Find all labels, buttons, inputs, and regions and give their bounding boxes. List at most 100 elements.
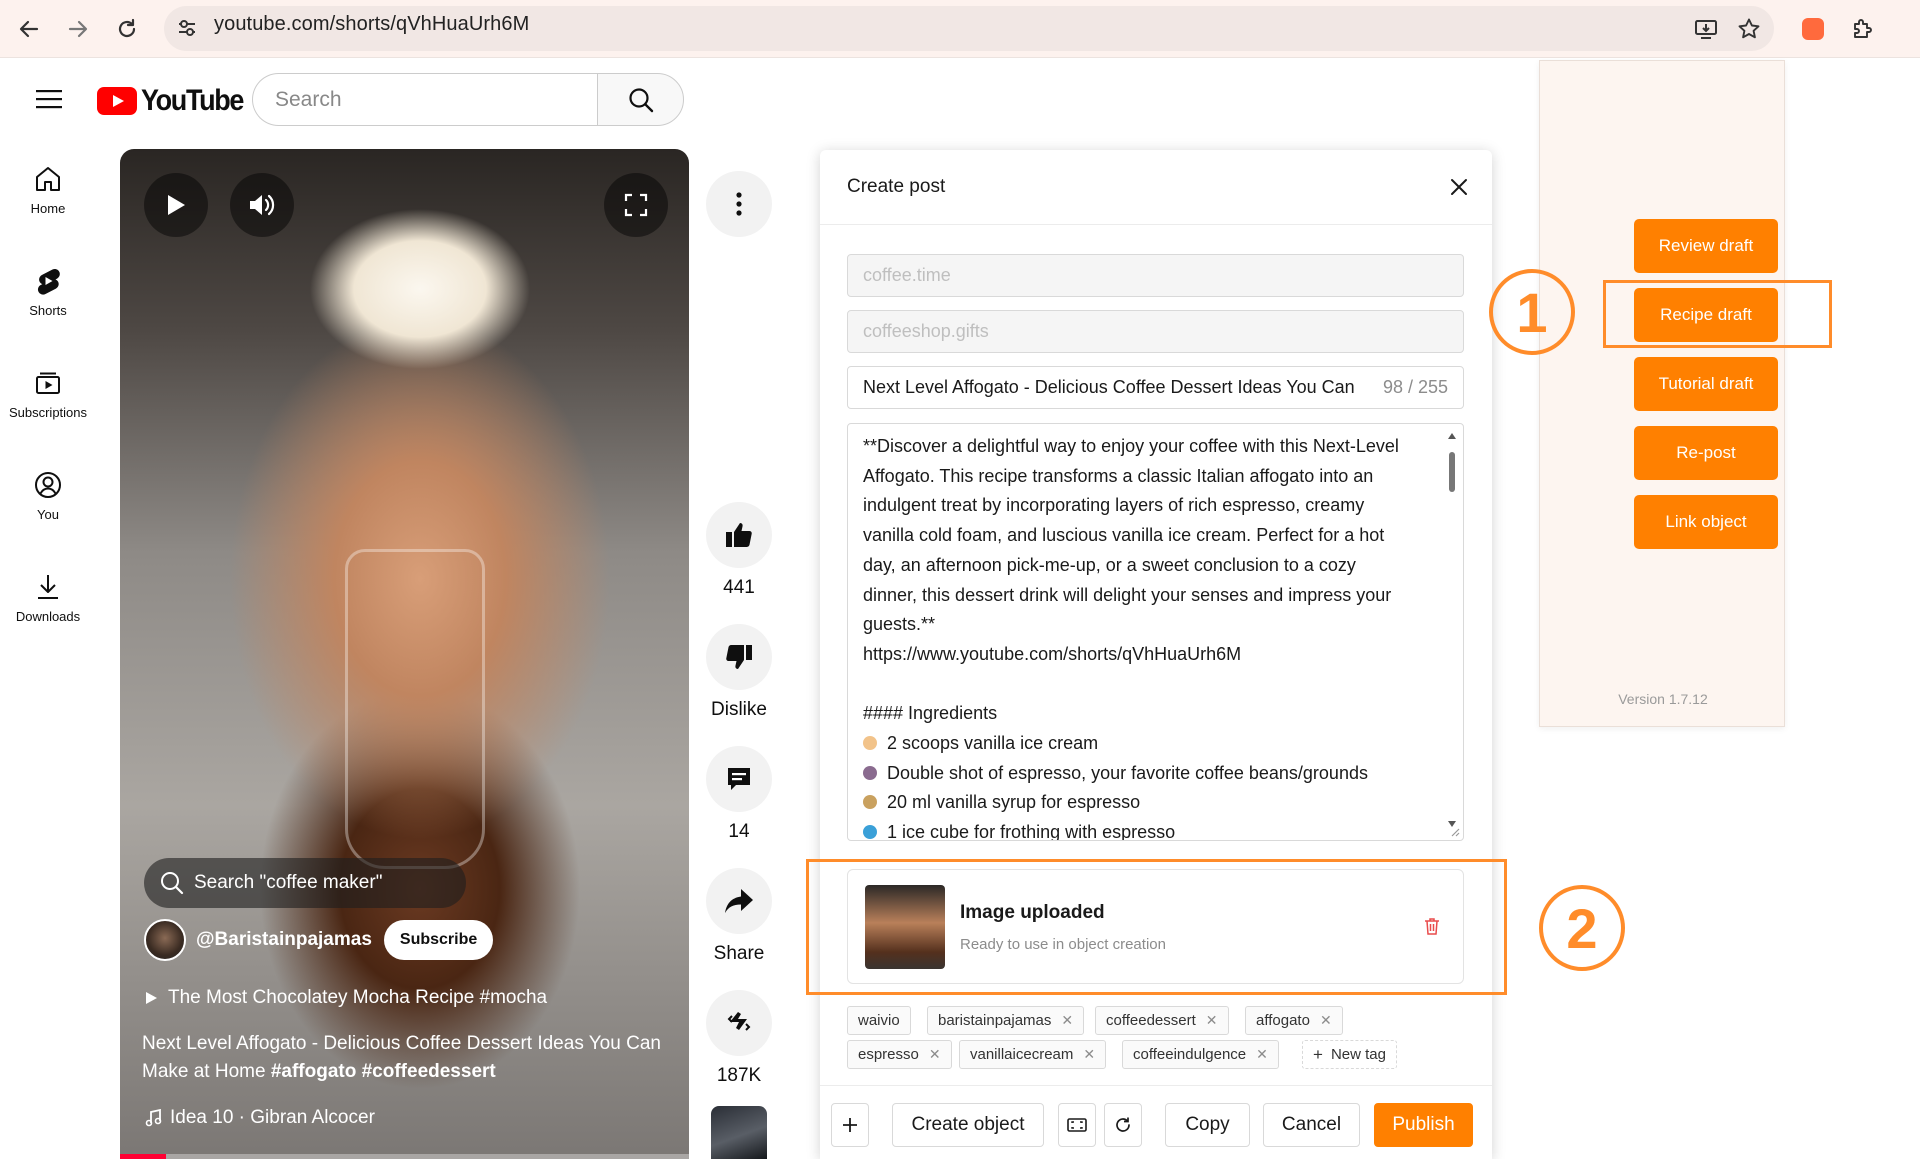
sidebar-item-you[interactable]: You (0, 470, 96, 522)
annotation-box-recipe-draft (1603, 280, 1832, 348)
shorts-icon (37, 268, 60, 295)
menu-icon[interactable] (30, 80, 68, 118)
remove-tag-icon[interactable]: ✕ (1061, 1012, 1073, 1029)
remove-tag-icon[interactable]: ✕ (1320, 1012, 1332, 1029)
modal-title: Create post (847, 176, 946, 197)
sidebar-item-downloads[interactable]: Downloads (0, 572, 96, 624)
like-button[interactable] (706, 502, 772, 568)
volume-button[interactable] (230, 173, 294, 237)
search-suggestion-text: Search "coffee maker" (194, 872, 383, 893)
repost-button[interactable]: Re-post (1634, 426, 1778, 480)
link-object-button[interactable]: Link object (1634, 495, 1778, 549)
browser-toolbar: youtube.com/shorts/qVhHuaUrh6M (0, 0, 1920, 58)
annotation-box-image-upload (806, 859, 1507, 995)
community-field[interactable]: coffeeshop.gifts (847, 310, 1464, 353)
extension-panel: Review draft Recipe draft Tutorial draft… (1539, 60, 1785, 727)
video-title-hashtags[interactable]: #affogato #coffeedessert (271, 1061, 496, 1082)
sidebar-item-shorts[interactable]: Shorts (0, 266, 96, 318)
share-icon (725, 889, 753, 913)
remove-tag-icon[interactable]: ✕ (1206, 1012, 1218, 1029)
copy-button[interactable]: Copy (1165, 1103, 1250, 1147)
comments-button[interactable] (706, 746, 772, 812)
play-icon (168, 195, 185, 215)
remove-tag-icon[interactable]: ✕ (1256, 1046, 1268, 1063)
install-app-icon[interactable] (1690, 13, 1722, 45)
channel-row: @Baristainpajamas Subscribe (144, 919, 494, 961)
ingredient-text: 1 ice cube for frothing with espresso (887, 822, 1176, 841)
dislike-button[interactable] (706, 624, 772, 690)
ingredient-item: 20 ml vanilla syrup for espresso (863, 788, 1433, 818)
extension-waivio-icon[interactable] (1797, 13, 1829, 45)
cancel-button[interactable]: Cancel (1263, 1103, 1360, 1147)
remix-button[interactable] (706, 990, 772, 1056)
reload-icon[interactable] (110, 12, 144, 46)
publish-button[interactable]: Publish (1374, 1103, 1473, 1147)
play-button[interactable] (144, 173, 208, 237)
shorts-video-player[interactable]: Search "coffee maker" @Baristainpajamas … (120, 149, 689, 1159)
music-note-icon (145, 1109, 162, 1127)
plus-icon: + (1313, 1044, 1323, 1064)
ice-cream-emoji-icon (863, 736, 877, 751)
sidebar-item-subscriptions[interactable]: Subscriptions (0, 368, 96, 420)
thumbs-up-icon (726, 523, 752, 547)
url-text[interactable]: youtube.com/shorts/qVhHuaUrh6M (214, 13, 529, 36)
add-button[interactable] (831, 1103, 869, 1147)
search-icon (161, 872, 184, 895)
ingredient-item: 2 scoops vanilla ice cream (863, 729, 1433, 759)
youtube-search-input[interactable]: Search (252, 73, 598, 126)
extensions-puzzle-icon[interactable] (1846, 13, 1878, 45)
youtube-play-logo-icon (97, 87, 137, 115)
channel-name[interactable]: @Baristainpajamas (196, 929, 372, 951)
comment-icon (728, 768, 750, 790)
tag-chip: espresso ✕ (847, 1040, 952, 1069)
post-body-content: **Discover a delightful way to enjoy you… (863, 432, 1433, 841)
title-char-counter: 98 / 255 (1382, 377, 1448, 397)
create-object-button[interactable]: Create object (892, 1103, 1044, 1147)
remove-tag-icon[interactable]: ✕ (929, 1046, 941, 1063)
fullscreen-button[interactable] (604, 173, 668, 237)
thumbs-down-icon (726, 645, 752, 669)
close-icon (1451, 179, 1467, 195)
subscribe-button[interactable]: Subscribe (383, 920, 494, 960)
sidebar-label-you: You (37, 507, 59, 522)
youtube-logo[interactable]: YouTube (97, 84, 254, 118)
tutorial-draft-button[interactable]: Tutorial draft (1634, 357, 1778, 411)
refresh-button[interactable] (1104, 1103, 1142, 1147)
sidebar-label-downloads: Downloads (15, 609, 81, 624)
related-video-text: The Most Chocolatey Mocha Recipe #mocha (168, 987, 548, 1008)
channel-avatar[interactable] (144, 919, 186, 961)
fullscreen-icon (624, 193, 648, 217)
video-progress-bar[interactable] (120, 1154, 689, 1159)
post-title-input[interactable]: Next Level Affogato - Delicious Coffee D… (847, 366, 1464, 409)
syrup-emoji-icon (863, 795, 877, 810)
review-draft-button[interactable]: Review draft (1634, 219, 1778, 273)
resize-handle-icon[interactable] (1450, 827, 1460, 837)
music-text: Idea 10 · Gibran Alcocer (170, 1107, 375, 1128)
remove-tag-icon[interactable]: ✕ (1083, 1046, 1095, 1063)
textarea-scrollbar[interactable] (1447, 430, 1457, 830)
music-link[interactable]: Idea 10 · Gibran Alcocer (144, 1107, 375, 1129)
site-settings-icon[interactable] (176, 17, 198, 39)
ingredient-item: 1 ice cube for frothing with espresso (863, 818, 1433, 841)
forward-icon[interactable] (61, 12, 95, 46)
new-tag-button[interactable]: + New tag (1302, 1040, 1397, 1069)
back-icon[interactable] (12, 12, 46, 46)
sidebar-item-home[interactable]: Home (0, 164, 96, 216)
youtube-search-button[interactable] (597, 73, 684, 126)
screenshot-button[interactable] (1058, 1103, 1096, 1147)
share-button[interactable] (706, 868, 772, 934)
account-field[interactable]: coffee.time (847, 254, 1464, 297)
comment-count: 14 (728, 821, 750, 842)
related-video-link[interactable]: The Most Chocolatey Mocha Recipe #mocha (144, 987, 547, 1009)
tag-chip: affogato ✕ (1245, 1006, 1343, 1035)
more-options-button[interactable] (706, 171, 772, 237)
video-search-suggestion[interactable]: Search "coffee maker" (144, 858, 466, 908)
tag-chip: waivio (847, 1006, 911, 1035)
ingredients-heading: #### Ingredients (863, 703, 998, 724)
close-modal-button[interactable] (1446, 174, 1472, 200)
post-body-textarea[interactable]: **Discover a delightful way to enjoy you… (847, 423, 1464, 841)
refresh-icon (1116, 1117, 1130, 1132)
body-line: vanilla cold foam, and luscious vanilla … (863, 525, 1385, 546)
audio-thumbnail[interactable] (711, 1106, 767, 1159)
bookmark-star-icon[interactable] (1733, 13, 1765, 45)
